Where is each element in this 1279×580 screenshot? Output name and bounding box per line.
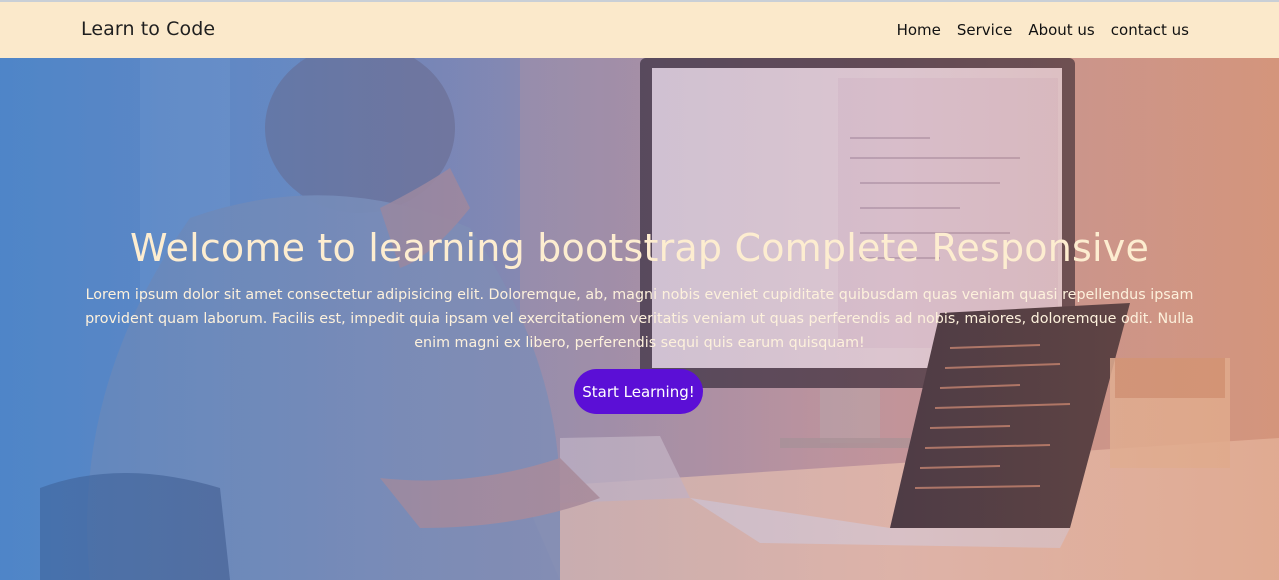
hero-section: Welcome to learning bootstrap Complete R… (0, 58, 1279, 580)
nav-link-service[interactable]: Service (957, 21, 1012, 39)
nav-link-about[interactable]: About us (1028, 21, 1094, 39)
hero-content: Welcome to learning bootstrap Complete R… (0, 58, 1279, 580)
start-learning-button[interactable]: Start Learning! (574, 369, 703, 414)
nav-link-home[interactable]: Home (897, 21, 941, 39)
navbar: Learn to Code Home Service About us cont… (0, 2, 1279, 58)
nav-links: Home Service About us contact us (897, 21, 1189, 39)
nav-link-contact[interactable]: contact us (1111, 21, 1189, 39)
hero-title: Welcome to learning bootstrap Complete R… (129, 226, 1150, 270)
hero-description: Lorem ipsum dolor sit amet consectetur a… (85, 287, 1194, 351)
brand-logo[interactable]: Learn to Code (81, 18, 215, 40)
